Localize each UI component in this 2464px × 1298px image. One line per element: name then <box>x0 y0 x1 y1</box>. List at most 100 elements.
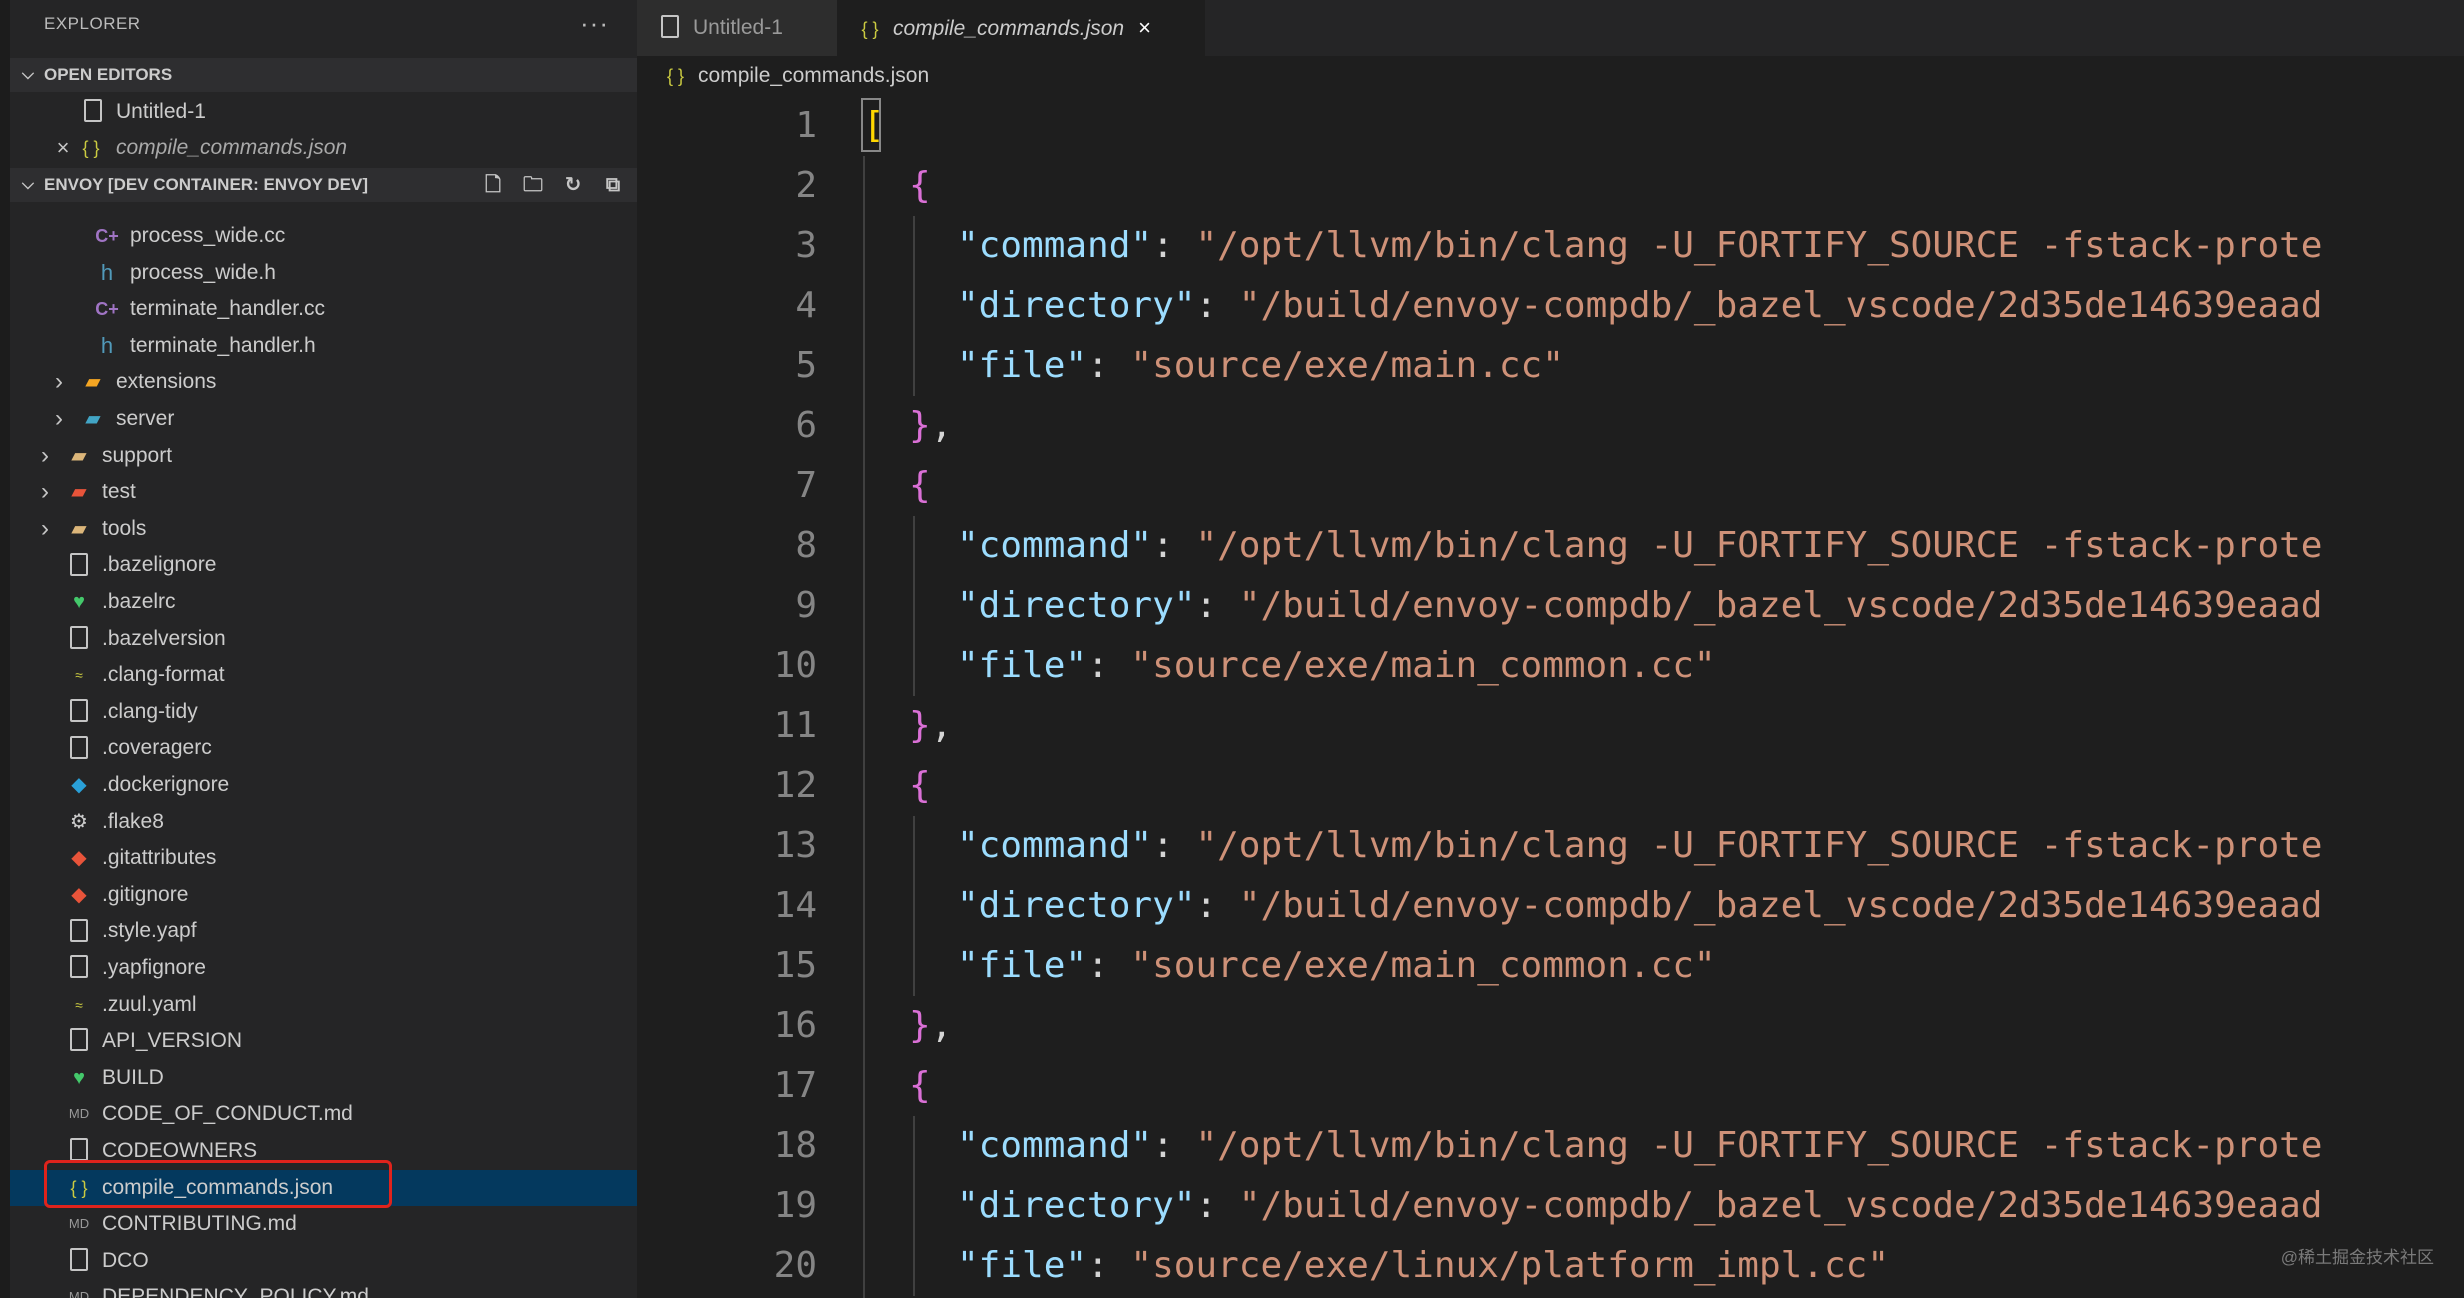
tree-folder[interactable]: › ▰ support <box>10 438 637 474</box>
tree-file[interactable]: ♥ .bazelrc <box>10 584 637 620</box>
tree-file[interactable]: MD CONTRIBUTING.md <box>10 1206 637 1242</box>
tree-item-label: .dockerignore <box>102 773 230 796</box>
tree-file[interactable]: DCO <box>10 1243 637 1279</box>
tree-file[interactable]: MD CODE_OF_CONDUCT.md <box>10 1096 637 1132</box>
folder-icon: ▰ <box>71 481 87 504</box>
chevron-right-icon[interactable]: › <box>50 401 68 437</box>
tree-item-label: BUILD <box>102 1065 164 1089</box>
tree-folder[interactable]: › ▰ server <box>10 401 637 437</box>
tree-file[interactable]: ≈ .clang-format <box>10 657 637 693</box>
code-token: { <box>909 1065 931 1106</box>
code-token: "source/exe/main_common.cc" <box>1130 645 1716 686</box>
open-editor-item[interactable]: Untitled-1 <box>10 94 637 130</box>
code-line: "directory": "/build/envoy-compdb/_bazel… <box>957 276 2322 336</box>
tab-compile-commands[interactable]: { } compile_commands.json × <box>837 0 1205 56</box>
more-actions-icon[interactable]: ··· <box>580 8 609 39</box>
indent-guide <box>913 576 915 636</box>
refresh-icon[interactable]: ↻ <box>561 168 585 202</box>
close-icon[interactable]: × <box>1138 0 1151 56</box>
tree-file[interactable]: .bazelignore <box>10 547 637 583</box>
code-line: "command": "/opt/llvm/bin/clang -U_FORTI… <box>957 516 2322 576</box>
code-token: "source/exe/main.cc" <box>1130 345 1564 386</box>
open-editors-section[interactable]: ⌵ OPEN EDITORS <box>10 58 637 92</box>
json-icon: { } <box>82 138 100 158</box>
collapse-all-icon[interactable]: ⧉ <box>601 168 625 202</box>
tree-item-label: terminate_handler.cc <box>130 297 325 321</box>
folder-icon: ▰ <box>71 517 87 540</box>
tree-item-label: terminate_handler.h <box>130 333 316 357</box>
tree-file[interactable]: ♥ BUILD <box>10 1060 637 1096</box>
tree-file[interactable]: ◆ .dockerignore <box>10 767 637 803</box>
tab-bar: Untitled-1 { } compile_commands.json × <box>637 0 2464 56</box>
code-token: "/build/envoy-compdb/_bazel_vscode/2d35d… <box>1238 585 2323 626</box>
bazel-icon: ♥ <box>73 1066 85 1089</box>
tree-item-label: test <box>102 480 136 504</box>
tree-file[interactable]: h terminate_handler.h <box>10 328 637 364</box>
chevron-right-icon[interactable]: › <box>50 364 68 400</box>
line-number: 10 <box>773 645 817 686</box>
new-file-icon[interactable]: 🗋 <box>481 168 505 202</box>
chevron-right-icon[interactable]: › <box>36 438 54 474</box>
code-line: "directory": "/build/envoy-compdb/_bazel… <box>957 576 2322 636</box>
line-number: 8 <box>795 525 817 566</box>
code-token: , <box>930 705 953 746</box>
code-token: "command" <box>957 525 1153 566</box>
tree-file[interactable]: ◆ .gitignore <box>10 877 637 913</box>
cpp-icon: C+ <box>95 226 119 246</box>
bracket-match-box <box>861 98 881 152</box>
line-number: 2 <box>795 165 817 206</box>
tree-file[interactable]: .yapfignore <box>10 950 637 986</box>
tree-item-label: .flake8 <box>102 809 164 833</box>
workspace-section[interactable]: ⌵ ENVOY [DEV CONTAINER: ENVOY DEV] 🗋 🗀 ↻… <box>10 168 637 202</box>
tree-folder[interactable]: › ▰ test <box>10 474 637 510</box>
tree-file[interactable]: .bazelversion <box>10 621 637 657</box>
tree-file[interactable]: ⚙ .flake8 <box>10 804 637 840</box>
code-line: "command": "/opt/llvm/bin/clang -U_FORTI… <box>957 1116 2322 1176</box>
tree-folder[interactable]: › ▰ extensions <box>10 364 637 400</box>
code-token: "source/exe/main_common.cc" <box>1130 945 1716 986</box>
header-icon: h <box>100 259 114 285</box>
chevron-right-icon[interactable]: › <box>36 511 54 547</box>
tree-file[interactable]: h process_wide.h <box>10 255 637 291</box>
code-line: { <box>909 456 931 516</box>
code-token: } <box>909 705 931 746</box>
code-token: : <box>1087 645 1131 686</box>
close-icon[interactable]: × <box>50 130 76 166</box>
tree-file[interactable]: C+ terminate_handler.cc <box>10 291 637 327</box>
tree-item-label: support <box>102 443 173 467</box>
tree-file[interactable]: API_VERSION <box>10 1023 637 1059</box>
code-token: "directory" <box>957 585 1196 626</box>
line-number: 12 <box>773 765 817 806</box>
tree-item-label: .style.yapf <box>102 919 197 943</box>
open-editor-item[interactable]: × { } compile_commands.json <box>10 130 637 166</box>
code-token: : <box>1195 285 1239 326</box>
indent-guide <box>913 276 915 336</box>
tree-folder[interactable]: › ▰ tools <box>10 511 637 547</box>
chevron-right-icon[interactable]: › <box>36 474 54 510</box>
indent-guide <box>913 1116 915 1176</box>
file-icon <box>66 730 92 766</box>
tree-item-label: .bazelversion <box>102 626 226 650</box>
line-number: 9 <box>795 585 817 626</box>
markdown-icon: MD <box>68 1106 90 1122</box>
markdown-icon: MD <box>68 1216 90 1232</box>
tab-untitled[interactable]: Untitled-1 <box>637 0 837 56</box>
tree-item-label: .bazelignore <box>102 553 217 577</box>
line-number: 20 <box>773 1245 817 1286</box>
tree-item-label: .clang-format <box>102 663 225 687</box>
tree-file[interactable]: .style.yapf <box>10 913 637 949</box>
code-editor[interactable]: 1[2{3 "command": "/opt/llvm/bin/clang -U_… <box>637 96 2464 1298</box>
markdown-icon: MD <box>68 1289 90 1298</box>
tree-file[interactable]: .clang-tidy <box>10 694 637 730</box>
explorer-sidebar: EXPLORER ··· ⌵ OPEN EDITORS Untitled-1 ×… <box>0 0 637 1298</box>
code-token: "file" <box>957 645 1088 686</box>
tree-file[interactable]: ◆ .gitattributes <box>10 840 637 876</box>
tree-file[interactable]: .coveragerc <box>10 730 637 766</box>
file-icon <box>66 1243 92 1279</box>
tree-file[interactable]: ≈ .zuul.yaml <box>10 987 637 1023</box>
new-folder-icon[interactable]: 🗀 <box>521 168 545 202</box>
tree-file[interactable]: C+ process_wide.cc <box>10 218 637 254</box>
code-token: : <box>1195 1185 1239 1226</box>
breadcrumb[interactable]: { } compile_commands.json <box>637 56 2464 96</box>
tree-file[interactable]: MD DEPENDENCY_POLICY.md <box>10 1279 637 1298</box>
